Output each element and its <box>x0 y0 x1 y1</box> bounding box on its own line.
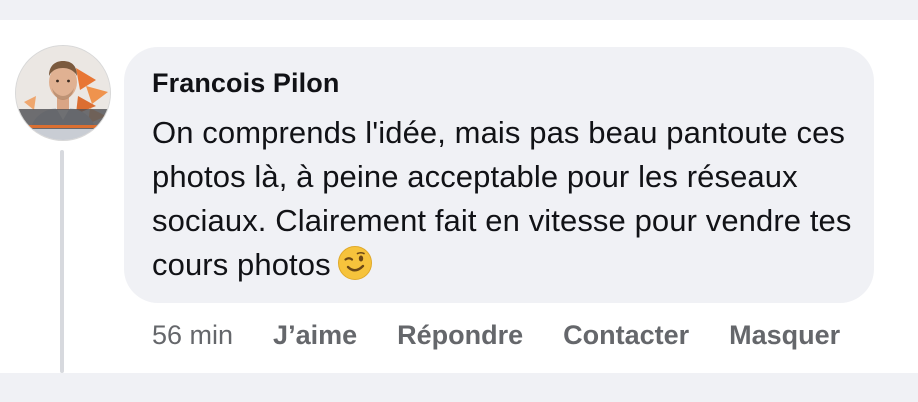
hide-button[interactable]: Masquer <box>729 320 840 351</box>
previous-content-divider <box>0 0 918 20</box>
comment-body: On comprends l'idée, mais pas beau panto… <box>152 111 852 293</box>
comment-thread: Francois Pilon On comprends l'idée, mais… <box>0 0 918 402</box>
comment-actions-bar: 56 min J’aime Répondre Contacter Masquer <box>152 315 840 355</box>
comment-timestamp[interactable]: 56 min <box>152 320 233 351</box>
comment-text: On comprends l'idée, mais pas beau panto… <box>152 115 852 282</box>
comment-bubble: Francois Pilon On comprends l'idée, mais… <box>124 47 874 303</box>
avatar[interactable] <box>16 46 110 140</box>
comment-author[interactable]: Francois Pilon <box>152 66 846 100</box>
winking-face-icon <box>337 245 373 293</box>
contact-button[interactable]: Contacter <box>563 320 689 351</box>
next-content-divider <box>0 373 918 402</box>
profile-photo <box>16 46 110 140</box>
thread-connector-line <box>60 150 64 373</box>
reply-button[interactable]: Répondre <box>397 320 523 351</box>
like-button[interactable]: J’aime <box>273 320 357 351</box>
